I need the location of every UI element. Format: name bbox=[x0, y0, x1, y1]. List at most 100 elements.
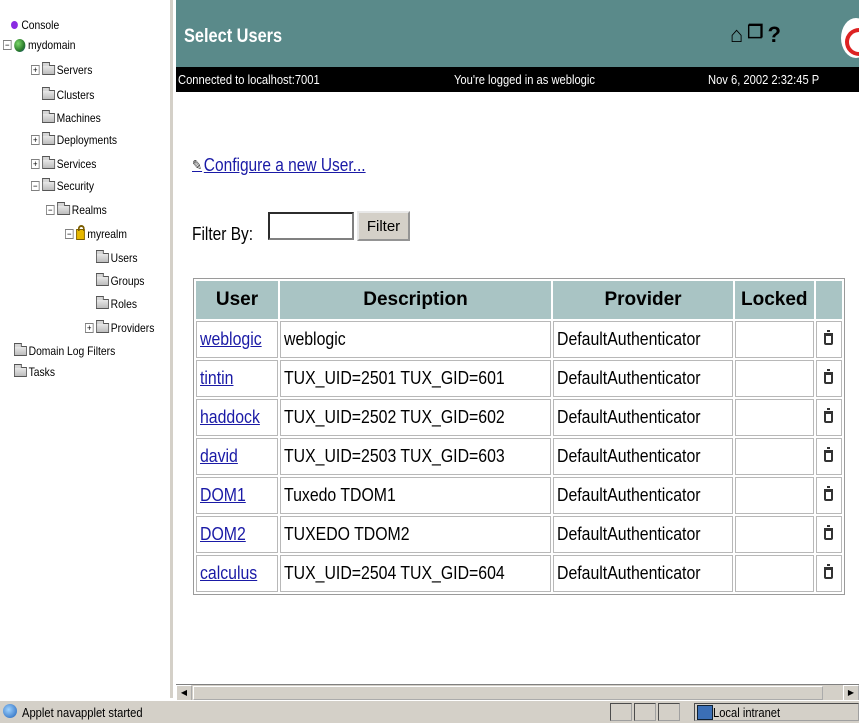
configure-new-user-link[interactable]: ✎ Configure a new User... bbox=[192, 155, 366, 176]
filter-input[interactable] bbox=[268, 212, 354, 240]
scrollbar-thumb[interactable] bbox=[193, 686, 823, 700]
delete-cell bbox=[815, 321, 842, 358]
trash-icon[interactable] bbox=[824, 564, 834, 579]
tree-item-mydomain[interactable]: − mydomain bbox=[3, 38, 76, 52]
delete-cell bbox=[815, 555, 842, 592]
tree-item-users[interactable]: Users bbox=[96, 250, 138, 265]
table-header-row: User Description Provider Locked bbox=[196, 281, 842, 319]
trash-icon[interactable] bbox=[824, 447, 834, 462]
provider-cell: DefaultAuthenticator bbox=[553, 438, 733, 475]
locked-cell bbox=[735, 360, 814, 397]
description-text: TUX_UID=2503 TUX_GID=603 bbox=[284, 446, 505, 466]
collapse-icon[interactable]: − bbox=[31, 181, 40, 191]
tree-item-label: Roles bbox=[110, 297, 138, 311]
tree-item-label: Clusters bbox=[56, 88, 95, 102]
description-text: TUX_UID=2501 TUX_GID=601 bbox=[284, 368, 505, 388]
tree-item-label: Security bbox=[56, 179, 95, 193]
table-row: david TUX_UID=2503 TUX_GID=603 DefaultAu… bbox=[196, 438, 842, 475]
tree-item-deployments[interactable]: + Deployments bbox=[31, 132, 118, 147]
tree-item-label: Realms bbox=[71, 203, 107, 217]
user-cell: david bbox=[196, 438, 278, 475]
user-cell: calculus bbox=[196, 555, 278, 592]
expand-icon[interactable]: + bbox=[85, 323, 94, 333]
column-header-locked[interactable]: Locked bbox=[735, 281, 814, 319]
column-header-provider[interactable]: Provider bbox=[553, 281, 733, 319]
tree-item-label: Servers bbox=[56, 63, 93, 77]
collapse-icon[interactable]: − bbox=[3, 40, 12, 50]
tree-item-security[interactable]: − Security bbox=[31, 178, 95, 193]
connection-status: Connected to localhost:7001 bbox=[178, 72, 320, 87]
table-row: DOM1 Tuxedo TDOM1 DefaultAuthenticator bbox=[196, 477, 842, 514]
provider-text: DefaultAuthenticator bbox=[557, 329, 701, 349]
user-link[interactable]: haddock bbox=[200, 407, 260, 428]
tree-item-machines[interactable]: Machines bbox=[42, 110, 101, 125]
table-row: DOM2 TUXEDO TDOM2 DefaultAuthenticator bbox=[196, 516, 842, 553]
tree-item-groups[interactable]: Groups bbox=[96, 273, 144, 288]
column-header-description[interactable]: Description bbox=[280, 281, 551, 319]
locked-cell bbox=[735, 399, 814, 436]
scroll-right-arrow-icon[interactable]: ▶ bbox=[843, 685, 859, 701]
collapse-icon[interactable]: − bbox=[46, 205, 55, 215]
pencil-icon: ✎ bbox=[192, 157, 203, 173]
provider-cell: DefaultAuthenticator bbox=[553, 555, 733, 592]
user-cell: DOM1 bbox=[196, 477, 278, 514]
tree-item-services[interactable]: + Services bbox=[31, 156, 97, 171]
trash-icon[interactable] bbox=[824, 408, 834, 423]
tree-item-label: Tasks bbox=[28, 365, 56, 379]
locked-cell bbox=[735, 477, 814, 514]
folder-icon bbox=[14, 343, 27, 356]
column-header-user[interactable]: User bbox=[196, 281, 278, 319]
trash-icon[interactable] bbox=[824, 486, 834, 501]
home-icon[interactable]: ⌂ bbox=[730, 22, 743, 48]
folder-icon bbox=[96, 273, 109, 286]
tree-item-clusters[interactable]: Clusters bbox=[42, 87, 95, 102]
delete-cell bbox=[815, 438, 842, 475]
folder-icon bbox=[14, 364, 27, 377]
folder-icon bbox=[42, 87, 55, 100]
tree-item-myrealm[interactable]: − myrealm bbox=[65, 224, 127, 241]
tree-item-label: Domain Log Filters bbox=[28, 344, 116, 358]
user-link[interactable]: tintin bbox=[200, 368, 233, 389]
horizontal-scrollbar[interactable]: ◀ ▶ bbox=[176, 684, 859, 701]
filter-label: Filter By: bbox=[192, 224, 254, 244]
trash-icon[interactable] bbox=[824, 525, 834, 540]
tree-item-label: mydomain bbox=[27, 38, 76, 52]
trash-icon[interactable] bbox=[824, 330, 834, 345]
filter-button[interactable]: Filter bbox=[357, 211, 410, 241]
tree-item-label: Services bbox=[56, 157, 97, 171]
header-icons: ⌂ ❐ ? bbox=[730, 22, 781, 48]
console-dot-icon bbox=[11, 21, 18, 29]
folder-icon bbox=[42, 62, 56, 75]
user-link[interactable]: david bbox=[200, 446, 238, 467]
header-bar: Select Users ⌂ ❐ ? bbox=[176, 0, 859, 67]
trash-icon[interactable] bbox=[824, 369, 834, 384]
tree-item-providers[interactable]: + Providers bbox=[85, 320, 154, 335]
folder-icon bbox=[42, 132, 56, 145]
provider-text: DefaultAuthenticator bbox=[557, 563, 701, 583]
tree-item-console[interactable]: Console bbox=[11, 18, 59, 32]
user-link[interactable]: DOM2 bbox=[200, 524, 246, 545]
description-text: TUX_UID=2502 TUX_GID=602 bbox=[284, 407, 505, 427]
status-message: Applet navapplet started bbox=[22, 705, 143, 720]
scroll-left-arrow-icon[interactable]: ◀ bbox=[176, 685, 192, 701]
expand-icon[interactable]: + bbox=[31, 159, 40, 169]
tree-item-tasks[interactable]: Tasks bbox=[14, 364, 56, 379]
tree-item-domain-log-filters[interactable]: Domain Log Filters bbox=[14, 343, 116, 358]
tree-item-roles[interactable]: Roles bbox=[96, 296, 138, 311]
help-icon[interactable]: ? bbox=[767, 22, 780, 48]
user-link[interactable]: calculus bbox=[200, 563, 257, 584]
expand-icon[interactable]: + bbox=[31, 135, 40, 145]
tree-item-realms[interactable]: − Realms bbox=[46, 202, 107, 217]
tree-item-servers[interactable]: + Servers bbox=[31, 62, 93, 77]
collapse-icon[interactable]: − bbox=[65, 229, 74, 239]
user-link[interactable]: DOM1 bbox=[200, 485, 246, 506]
description-cell: TUX_UID=2501 TUX_GID=601 bbox=[280, 360, 551, 397]
tree-item-label: Deployments bbox=[56, 133, 118, 147]
provider-text: DefaultAuthenticator bbox=[557, 524, 701, 544]
expand-icon[interactable]: + bbox=[31, 65, 40, 75]
login-status: You're logged in as weblogic bbox=[454, 72, 595, 87]
browser-status-bar: Applet navapplet started Local intranet bbox=[0, 700, 859, 723]
user-link[interactable]: weblogic bbox=[200, 329, 262, 350]
window-icon[interactable]: ❐ bbox=[747, 22, 763, 48]
description-cell: Tuxedo TDOM1 bbox=[280, 477, 551, 514]
